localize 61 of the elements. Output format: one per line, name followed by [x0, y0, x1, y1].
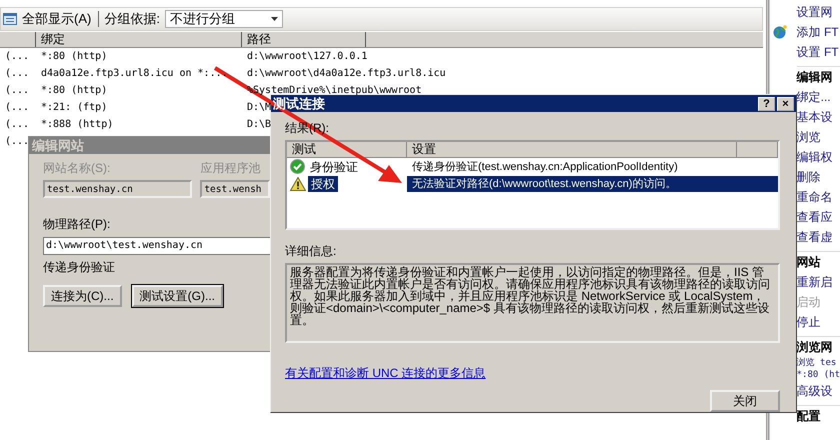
table-cell-text: d:\wwwroot\127.0.0.1: [246, 51, 368, 62]
table-cell-text: d:\wwwroot\d4a0a12e.ftp3.url8.icu: [246, 68, 446, 79]
action-link[interactable]: 设置 FT: [796, 42, 840, 62]
action-link[interactable]: 高级设: [796, 381, 840, 401]
action-link[interactable]: 重新启: [796, 272, 840, 292]
column-header[interactable]: 绑定: [36, 32, 242, 47]
table-cell-text: (...: [4, 136, 30, 147]
result-test[interactable]: 授权: [308, 176, 338, 192]
action-link[interactable]: 删除: [796, 167, 840, 187]
group-by-dropdown[interactable]: 不进行分组: [164, 10, 283, 28]
close-button[interactable]: ×: [777, 96, 794, 110]
table-cell-text: *:80 (http): [40, 51, 108, 62]
table-cell-text: (...: [4, 119, 30, 130]
action-link[interactable]: 编辑权: [796, 147, 840, 167]
action-link[interactable]: 停止: [796, 312, 840, 332]
help-link[interactable]: 有关配置和诊断 UNC 连接的更多信息: [285, 365, 486, 382]
input-field[interactable]: d:\wwwroot\test.wenshay.cn: [43, 237, 270, 255]
result-setting: 无法验证对路径(d:\wwwroot\test.wenshay.cn)的访问。: [407, 176, 778, 192]
table-cell-text: (...: [4, 68, 30, 79]
table-cell-text: *:888 (http): [40, 119, 114, 130]
globe-icon: [772, 25, 787, 39]
help-button[interactable]: ?: [758, 96, 775, 110]
table-cell-text: (...: [4, 85, 30, 96]
warning-icon: [290, 176, 306, 190]
action-link[interactable]: 查看虚: [796, 227, 840, 247]
field-label: 应用程序池: [200, 160, 262, 177]
auth-note: 传递身份验证: [43, 259, 116, 276]
table-cell-text: D:\M: [246, 102, 272, 113]
table-cell-text: D:\B: [246, 119, 272, 130]
column-header[interactable]: 设置: [407, 142, 737, 157]
section-heading: 编辑网: [796, 66, 840, 87]
dialog-title: 编辑网站: [29, 137, 270, 154]
action-link[interactable]: *:80 (ht: [796, 369, 840, 381]
field-label: 物理路径(P):: [43, 216, 112, 233]
table-cell-text: (...: [4, 102, 30, 113]
details-text: 服务器配置为将传递身份验证和内置帐户一起使用，以访问指定的物理路径。但是，IIS 管理器无法验证此内置帐户是否有访问权。请确保应用程序池标识具有该物理路径的读取访问权。如果此服务器加入到域中，并且应用程序池标识是 NetworkService 或 LocalSystem，则验证<domain>\<computer_name>$ 具有该物理路径的读取访问权，然后重新测试这些设置。: [285, 263, 780, 343]
column-header[interactable]: 路径: [242, 32, 366, 47]
action-link[interactable]: 绑定...: [796, 87, 840, 107]
result-test[interactable]: 身份验证: [307, 158, 361, 174]
action-link[interactable]: 基本设: [796, 107, 840, 127]
check-icon: [290, 159, 305, 174]
action-link[interactable]: 设置网: [796, 2, 840, 22]
action-link[interactable]: 浏览 tes: [796, 357, 840, 369]
close-button[interactable]: 关闭: [710, 390, 780, 412]
column-header[interactable]: 测试: [287, 142, 407, 157]
action-link[interactable]: 重命名: [796, 187, 840, 207]
action-link[interactable]: 浏览: [796, 127, 840, 147]
details-label: 详细信息:: [285, 243, 338, 260]
dialog-button[interactable]: 测试设置(G)...: [132, 285, 223, 307]
group-by-label: 分组依据:: [104, 10, 160, 28]
action-link[interactable]: 添加 FT: [796, 22, 839, 42]
table-cell-text: (...: [4, 51, 30, 62]
field-label: 网站名称(S):: [43, 160, 112, 177]
action-link[interactable]: 查看应: [796, 207, 840, 227]
window-icon: [3, 13, 17, 25]
show-all-button[interactable]: 全部显示(A): [20, 10, 94, 28]
result-setting: 传递身份验证(test.wenshay.cn:ApplicationPoolIdentity): [411, 160, 679, 174]
table-cell-text: *:21: (ftp): [40, 102, 108, 113]
caret-icon: [270, 17, 278, 21]
dialog-button[interactable]: 连接为(C)...: [43, 285, 122, 307]
table-cell-text: *:80 (http): [40, 85, 108, 96]
